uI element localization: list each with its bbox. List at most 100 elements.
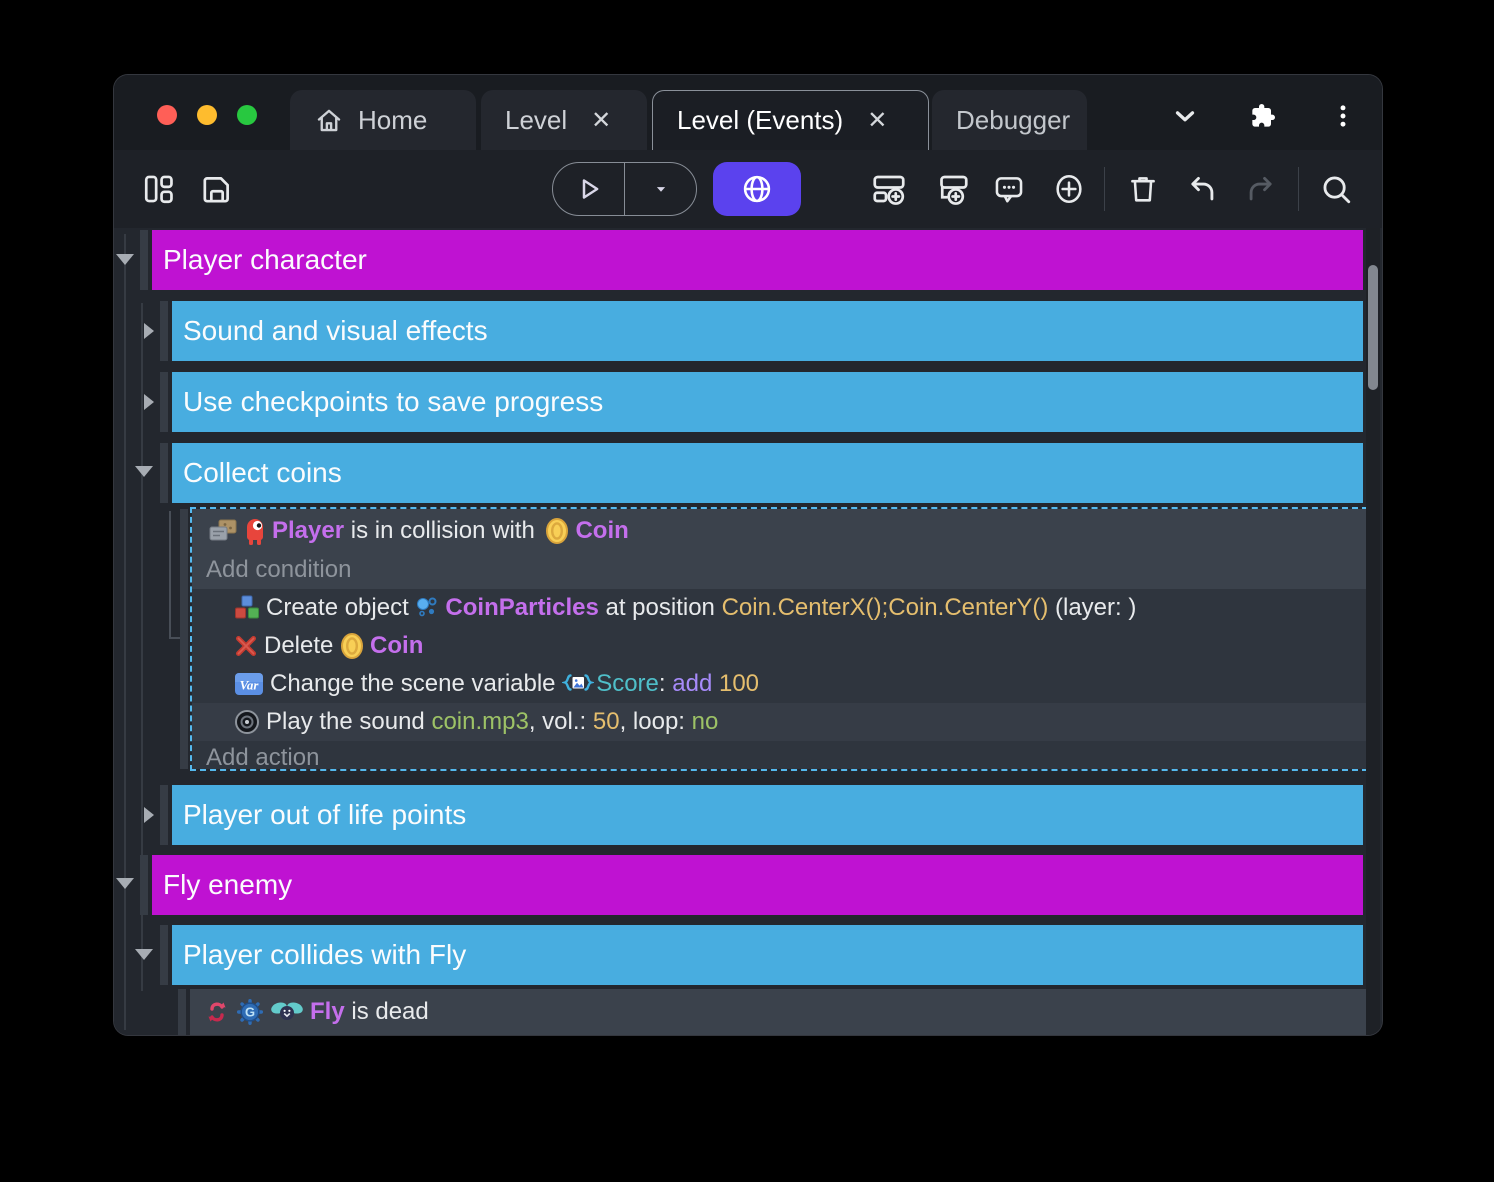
collision-condition-icon xyxy=(208,518,238,544)
search-icon[interactable] xyxy=(1317,170,1355,208)
expand-arrow[interactable] xyxy=(144,323,154,339)
group-title: Collect coins xyxy=(183,457,342,488)
operator: add xyxy=(672,670,712,698)
action-play-sound[interactable]: Play the sound coin.mp3, vol.: 50, loop:… xyxy=(192,703,1366,741)
behavior-gear-icon: G xyxy=(236,998,264,1026)
home-icon xyxy=(314,105,344,135)
loop-value: no xyxy=(692,708,719,736)
action-change-variable[interactable]: Var Change the scene variable Sc xyxy=(192,665,1366,703)
add-comment-icon[interactable] xyxy=(990,170,1028,208)
scrollbar-track[interactable] xyxy=(1366,228,1380,1035)
object-name: Player xyxy=(272,517,344,545)
object-name: CoinParticles xyxy=(445,594,598,622)
action-create-object[interactable]: Create object CoinParticles at position … xyxy=(192,589,1366,627)
drag-handle[interactable] xyxy=(178,989,186,1035)
group-title: Player out of life points xyxy=(183,799,466,830)
event-fly-is-dead[interactable]: G Fly is dead xyxy=(190,989,1368,1035)
collapse-arrow[interactable] xyxy=(116,254,134,265)
drag-handle[interactable] xyxy=(140,230,148,290)
action-delete-coin[interactable]: Delete Coin xyxy=(192,627,1366,665)
group-collect-coins[interactable]: Collect coins xyxy=(172,443,1363,503)
add-event-icon[interactable] xyxy=(870,170,908,208)
globe-icon xyxy=(740,172,774,206)
volume-value: 50 xyxy=(593,708,620,736)
object-name: Coin xyxy=(370,632,423,660)
value: 100 xyxy=(712,670,759,698)
add-circle-icon[interactable] xyxy=(1050,170,1088,208)
selected-event-collect-coins[interactable]: Player is in collision with Coin Add con… xyxy=(190,507,1368,771)
action-text: (layer: ) xyxy=(1048,594,1136,622)
tab-level-events[interactable]: Level (Events) ✕ xyxy=(652,90,929,150)
group-sound-effects[interactable]: Sound and visual effects xyxy=(172,301,1363,361)
drag-handle[interactable] xyxy=(160,925,168,985)
drag-handle[interactable] xyxy=(180,509,188,769)
coin-object-icon xyxy=(545,517,569,545)
kebab-menu-icon[interactable] xyxy=(1323,99,1363,133)
collapse-arrow[interactable] xyxy=(135,949,153,960)
variable-badge-icon: Var xyxy=(234,671,264,697)
group-fly-enemy[interactable]: Fly enemy xyxy=(152,855,1363,915)
macos-minimize-button[interactable] xyxy=(197,105,217,125)
sound-file: coin.mp3 xyxy=(431,708,528,736)
action-text: Delete xyxy=(264,632,340,660)
tab-home[interactable]: Home xyxy=(290,90,476,150)
preview-options-dropdown[interactable] xyxy=(625,163,696,215)
tab-level[interactable]: Level ✕ xyxy=(481,90,647,150)
group-out-of-life[interactable]: Player out of life points xyxy=(172,785,1363,845)
expand-arrow[interactable] xyxy=(144,807,154,823)
action-text: Change the scene variable xyxy=(270,670,562,698)
swap-arrows-icon xyxy=(204,998,230,1026)
tab-label: Level (Events) xyxy=(677,105,843,136)
action-text: Play the sound xyxy=(266,708,431,736)
delete-x-icon xyxy=(234,634,258,658)
group-title: Player collides with Fly xyxy=(183,939,466,970)
close-icon[interactable]: ✕ xyxy=(867,106,887,135)
save-icon[interactable] xyxy=(198,170,236,208)
toolbar-divider xyxy=(1104,167,1105,211)
drag-handle[interactable] xyxy=(160,301,168,361)
add-action-button[interactable]: Add action xyxy=(192,741,319,775)
group-checkpoints[interactable]: Use checkpoints to save progress xyxy=(172,372,1363,432)
action-text: Create object xyxy=(266,594,415,622)
collapse-arrow[interactable] xyxy=(135,466,153,477)
condition-fly-dead[interactable]: G Fly is dead xyxy=(190,989,1368,1035)
gdevelop-window: Home Level ✕ Level (Events) ✕ Debugger xyxy=(114,75,1382,1035)
chevron-down-icon[interactable] xyxy=(1165,99,1205,133)
coin-object-icon xyxy=(340,632,364,660)
close-icon[interactable]: ✕ xyxy=(591,106,611,135)
extensions-puzzle-icon[interactable] xyxy=(1243,99,1283,133)
collapse-arrow[interactable] xyxy=(116,878,134,889)
svg-text:G: G xyxy=(245,1005,255,1020)
create-object-icon xyxy=(234,595,260,621)
macos-close-button[interactable] xyxy=(157,105,177,125)
variable-name: Score xyxy=(596,670,659,698)
redo-icon[interactable] xyxy=(1242,170,1280,208)
condition-collision[interactable]: Player is in collision with Coin xyxy=(192,509,1366,553)
drag-handle[interactable] xyxy=(140,855,148,915)
delete-selection-icon[interactable] xyxy=(1124,170,1162,208)
undo-icon[interactable] xyxy=(1183,170,1221,208)
add-subevent-icon[interactable] xyxy=(933,170,971,208)
project-manager-icon[interactable] xyxy=(140,170,178,208)
expand-arrow[interactable] xyxy=(144,394,154,410)
tab-label: Home xyxy=(358,105,427,136)
group-player-character[interactable]: Player character xyxy=(152,230,1363,290)
play-preview-button[interactable] xyxy=(553,163,624,215)
group-player-collides-fly[interactable]: Player collides with Fly xyxy=(172,925,1363,985)
scene-variable-icon xyxy=(562,671,594,697)
toolbar xyxy=(114,150,1382,228)
tab-bar: Home Level ✕ Level (Events) ✕ Debugger xyxy=(114,75,1382,150)
scrollbar-thumb[interactable] xyxy=(1368,265,1378,390)
network-preview-button[interactable] xyxy=(713,162,801,216)
action-text: at position xyxy=(599,594,722,622)
drag-handle[interactable] xyxy=(160,372,168,432)
condition-text: is dead xyxy=(345,998,429,1026)
macos-zoom-button[interactable] xyxy=(237,105,257,125)
drag-handle[interactable] xyxy=(160,443,168,503)
audio-speaker-icon xyxy=(234,709,260,735)
particles-object-icon xyxy=(415,595,439,621)
add-condition-button[interactable]: Add condition xyxy=(192,553,1366,587)
tab-debugger[interactable]: Debugger xyxy=(932,90,1087,150)
player-object-icon xyxy=(244,516,266,546)
drag-handle[interactable] xyxy=(160,785,168,845)
